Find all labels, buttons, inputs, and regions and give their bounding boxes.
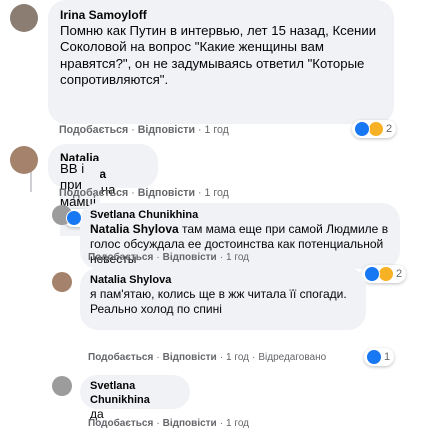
wow-reaction-icon bbox=[378, 266, 394, 282]
comment-actions: Подобається · Відповісти · 1 год bbox=[59, 187, 229, 199]
like-reaction-icon bbox=[354, 121, 370, 137]
comment-author[interactable]: Svetlana Chunikhina bbox=[90, 208, 390, 222]
reactions-badge[interactable]: 1 bbox=[364, 348, 395, 366]
avatar[interactable] bbox=[10, 4, 38, 32]
reply-link[interactable]: Відповісти bbox=[138, 187, 195, 199]
reply-link[interactable]: Відповісти bbox=[163, 252, 217, 263]
reaction-count: 2 bbox=[396, 268, 403, 280]
comment-bubble: Natalia Shylova я пам'ятаю, колись ще в … bbox=[80, 268, 366, 330]
avatar[interactable] bbox=[52, 376, 72, 396]
timestamp[interactable]: 1 год bbox=[205, 124, 229, 136]
comment-actions: Подобається · Відповісти · 1 год bbox=[88, 252, 249, 263]
reaction-count: 1 bbox=[384, 351, 391, 363]
mention-link[interactable]: Natalia Shylova bbox=[90, 222, 179, 236]
reply-link[interactable]: Відповісти bbox=[163, 352, 217, 363]
like-link[interactable]: Подобається bbox=[59, 124, 128, 136]
like-link[interactable]: Подобається bbox=[88, 418, 153, 429]
timestamp[interactable]: 1 год bbox=[205, 187, 229, 199]
timestamp[interactable]: 1 год bbox=[226, 252, 249, 263]
reactions-badge[interactable]: 2 bbox=[362, 265, 407, 283]
avatar[interactable] bbox=[10, 146, 38, 174]
reply-link[interactable]: Відповісти bbox=[138, 124, 195, 136]
like-reaction-icon bbox=[366, 349, 382, 365]
reaction-count: 2 bbox=[386, 123, 393, 135]
reply-link[interactable]: Відповісти bbox=[163, 418, 217, 429]
timestamp[interactable]: 1 год bbox=[226, 418, 249, 429]
comment-actions: Подобається · Відповісти · 1 год bbox=[59, 124, 229, 136]
edited-label[interactable]: Відредаговано bbox=[258, 352, 326, 363]
comment-author[interactable]: Natalia Shylova bbox=[90, 273, 356, 287]
avatar[interactable] bbox=[52, 272, 72, 292]
comment-bubble: Irina Samoyloff Помню как Путин в интерв… bbox=[48, 0, 394, 124]
comment-text-line2: Реально холод по спині bbox=[90, 302, 222, 316]
comment-author[interactable]: Irina Samoyloff bbox=[60, 7, 382, 23]
comment-actions: Подобається · Відповісти · 1 год · Відредагова… bbox=[88, 352, 327, 363]
like-link[interactable]: Подобається bbox=[88, 252, 153, 263]
comment-bubble: Svetlana Chunikhina да bbox=[80, 375, 190, 421]
reactions-badge[interactable]: 2 bbox=[352, 120, 397, 138]
comment-author[interactable]: Svetlana Chunikhina bbox=[90, 379, 180, 407]
like-reaction-icon bbox=[364, 266, 380, 282]
comment-text: я пам'ятаю, колись ще в жж читала її спо… bbox=[90, 287, 347, 301]
comment-actions: Подобається · Відповісти · 1 год bbox=[88, 418, 249, 429]
like-link[interactable]: Подобається bbox=[88, 352, 153, 363]
wow-reaction-icon bbox=[368, 121, 384, 137]
timestamp[interactable]: 1 год bbox=[226, 352, 249, 363]
like-link[interactable]: Подобається bbox=[59, 187, 128, 199]
comment-text: Помню как Путин в интервью, лет 15 назад… bbox=[60, 23, 377, 88]
